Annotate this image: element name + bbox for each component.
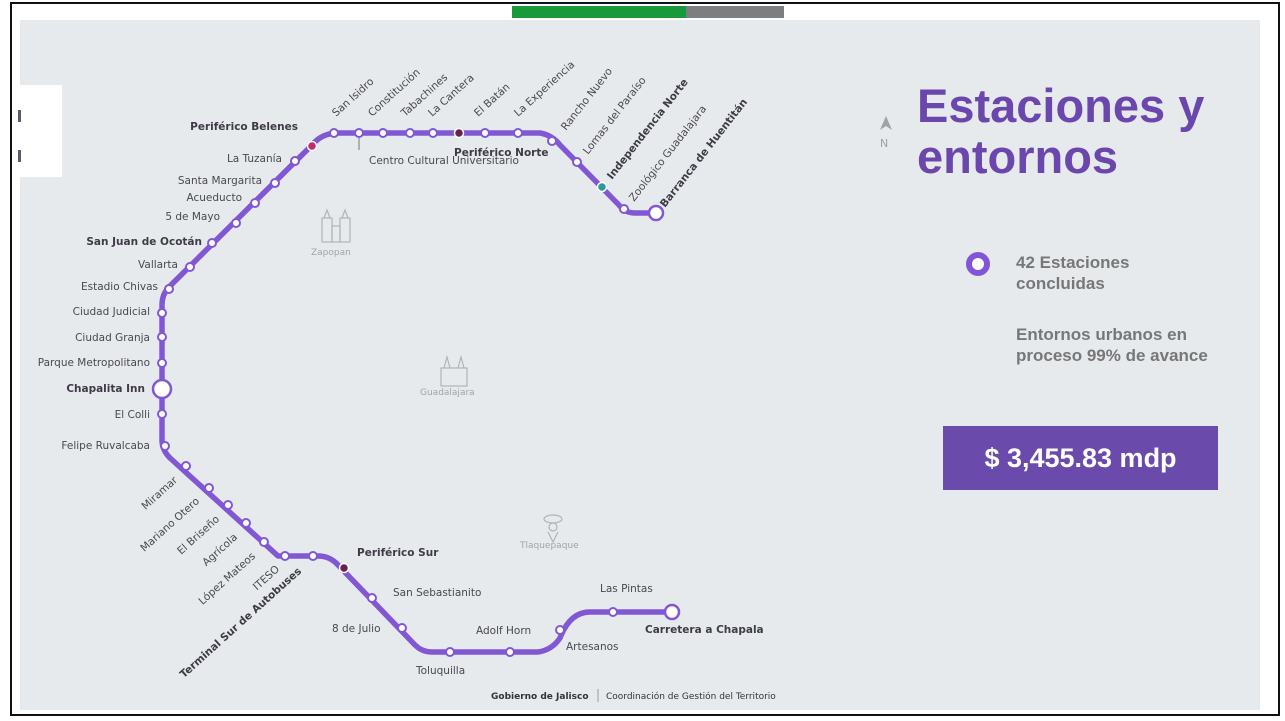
station-marker [308, 551, 318, 561]
station-marker [480, 128, 490, 138]
progress-text: Entornos urbanos en proceso 99% de avanc… [1016, 325, 1208, 365]
station-marker [157, 332, 167, 342]
station-label: Toluquilla [415, 665, 465, 677]
station-marker [405, 128, 415, 138]
page-title: Estaciones y entornos [917, 79, 1205, 183]
station-ring-icon [966, 252, 990, 276]
station-label: Artesanos [566, 641, 619, 653]
station-marker [185, 262, 195, 272]
station-marker-terminal [151, 378, 173, 400]
city-label: Zapopan [311, 248, 351, 258]
station-marker [445, 647, 455, 657]
station-label: Chapalita Inn [66, 383, 145, 395]
station-marker [338, 562, 350, 574]
cathedral-icon [440, 354, 468, 387]
station-label: Periférico Norte [454, 147, 548, 159]
station-marker-terminal [663, 603, 681, 621]
station-marker [223, 500, 233, 510]
cathedral-icon [321, 208, 351, 243]
footer-dept: Coordinación de Gestión del Territorio [606, 691, 776, 702]
mariachi-icon [543, 514, 563, 544]
station-marker [547, 136, 557, 146]
station-label: El Colli [115, 409, 150, 421]
north-arrow-icon [880, 116, 892, 130]
budget-badge: $ 3,455.83 mdp [943, 426, 1218, 490]
footer-org: Gobierno de Jalisco [491, 692, 589, 702]
station-marker [270, 178, 280, 188]
station-marker [259, 537, 269, 547]
station-label: 5 de Mayo [165, 211, 220, 223]
station-label: La Experiencia [512, 59, 577, 119]
station-marker [160, 441, 170, 451]
station-marker [428, 128, 438, 138]
station-label: Ciudad Judicial [73, 306, 150, 318]
station-marker [596, 181, 608, 193]
city-label: Tlaquepaque [519, 541, 579, 551]
station-label: Ciudad Granja [75, 332, 150, 344]
station-marker [505, 647, 515, 657]
station-label: Acueducto [186, 192, 242, 204]
station-label: El Batán [472, 81, 513, 119]
station-marker [608, 607, 618, 617]
station-label: Parque Metropolitano [38, 357, 150, 369]
station-marker [231, 218, 241, 228]
station-marker [306, 140, 318, 152]
station-label: Miramar [139, 474, 180, 513]
station-marker [241, 518, 251, 528]
station-label: Adolf Horn [476, 625, 531, 637]
station-label: Felipe Ruvalcaba [61, 440, 150, 452]
station-marker [453, 127, 465, 139]
station-marker [250, 198, 260, 208]
station-label: Santa Margarita [178, 175, 262, 187]
city-label: Guadalajara [420, 388, 475, 398]
station-marker [290, 156, 300, 166]
station-marker [367, 593, 377, 603]
station-marker [157, 308, 167, 318]
station-marker [181, 461, 191, 471]
station-marker [204, 483, 214, 493]
station-marker [397, 623, 407, 633]
station-label: 8 de Julio [332, 623, 381, 635]
station-label: San Sebastianito [393, 587, 481, 599]
station-label: Vallarta [138, 259, 178, 271]
station-label: Independencia Norte [605, 77, 691, 182]
station-marker [572, 157, 582, 167]
station-marker-terminal [647, 204, 665, 222]
station-label: Terminal Sur de Autobuses [178, 565, 304, 680]
station-label: Agrícola [200, 531, 240, 568]
station-label: San Juan de Ocotán [86, 236, 202, 248]
station-label: Periférico Sur [357, 547, 439, 559]
station-label: Las Pintas [600, 583, 653, 595]
station-label: Periférico Belenes [190, 121, 298, 133]
station-marker [157, 409, 167, 419]
station-marker [329, 128, 339, 138]
station-marker [354, 128, 364, 138]
station-marker [555, 625, 565, 635]
station-label: Estadio Chivas [81, 281, 158, 293]
north-label: N [880, 137, 888, 150]
station-marker [513, 128, 523, 138]
station-label: Carretera a Chapala [645, 624, 764, 636]
station-marker [378, 128, 388, 138]
station-marker [280, 551, 290, 561]
stations-completed-text: 42 Estaciones concluidas [1016, 253, 1130, 293]
station-marker [157, 358, 167, 368]
station-label: La Tuzanía [227, 153, 282, 165]
station-marker [619, 204, 629, 214]
station-marker [207, 238, 217, 248]
station-marker [164, 284, 174, 294]
